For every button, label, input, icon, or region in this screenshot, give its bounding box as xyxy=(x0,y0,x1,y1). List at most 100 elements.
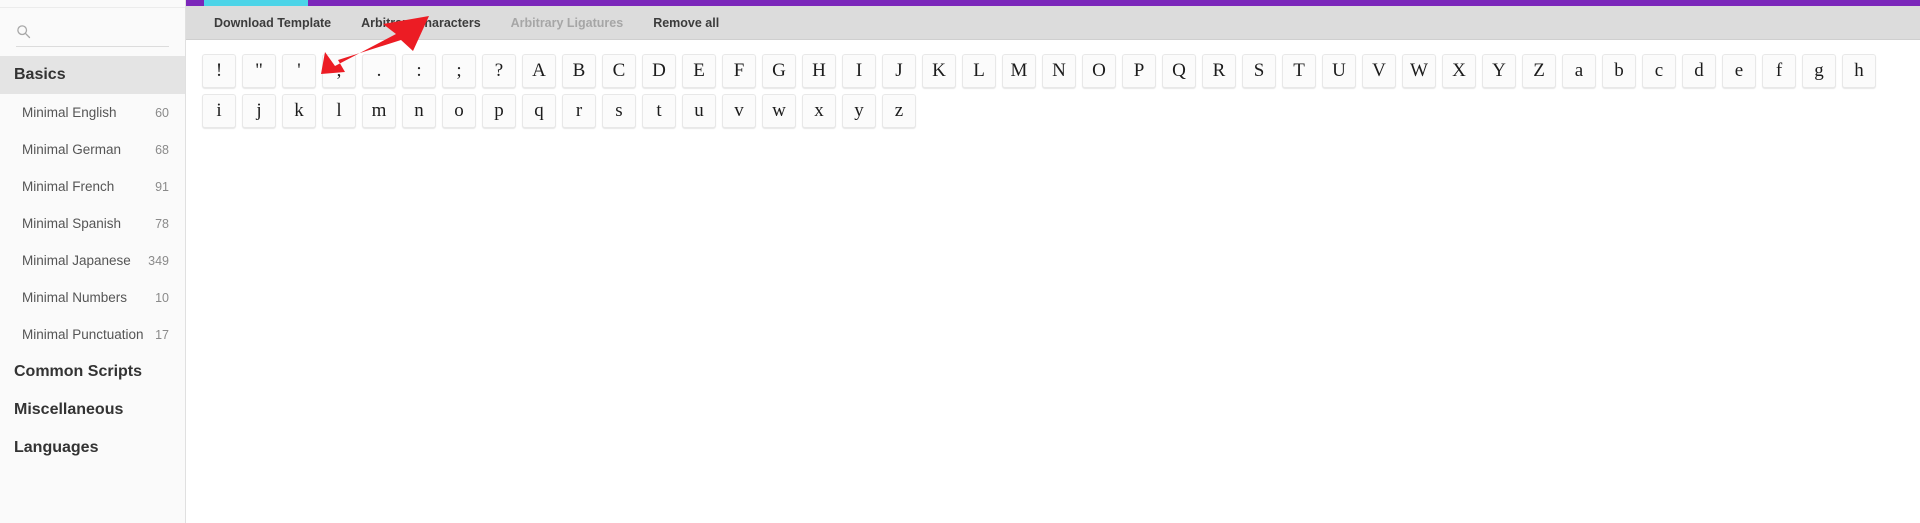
sidebar-item-count: 78 xyxy=(155,216,169,231)
glyph-tile[interactable]: v xyxy=(722,94,756,128)
search-box[interactable] xyxy=(16,17,169,47)
sidebar-item-label: Minimal Japanese xyxy=(22,253,131,268)
glyph-tile[interactable]: o xyxy=(442,94,476,128)
glyph-tile[interactable]: e xyxy=(1722,54,1756,88)
glyph-tile[interactable]: q xyxy=(522,94,556,128)
search-input[interactable] xyxy=(39,24,169,39)
sidebar-section-languages[interactable]: Languages xyxy=(0,429,185,467)
glyph-tile[interactable]: j xyxy=(242,94,276,128)
sidebar-item-label: Minimal German xyxy=(22,142,122,157)
app-root: Basics Minimal English 60 Minimal German… xyxy=(0,0,1920,523)
glyph-tile[interactable]: H xyxy=(802,54,836,88)
glyph-tile[interactable]: d xyxy=(1682,54,1716,88)
glyph-tile[interactable]: n xyxy=(402,94,436,128)
sidebar-section-basics[interactable]: Basics xyxy=(0,56,185,94)
download-template-button[interactable]: Download Template xyxy=(214,16,331,30)
arbitrary-ligatures-button: Arbitrary Ligatures xyxy=(510,15,624,30)
glyph-tile[interactable]: G xyxy=(762,54,796,88)
glyph-tile[interactable]: O xyxy=(1082,54,1116,88)
glyph-tile[interactable]: u xyxy=(682,94,716,128)
glyph-tile[interactable]: s xyxy=(602,94,636,128)
glyph-tile[interactable]: R xyxy=(1202,54,1236,88)
main-panel: Download Template Arbitrary characters A… xyxy=(186,0,1920,523)
glyph-tile[interactable]: , xyxy=(322,54,356,88)
active-tab-underline xyxy=(204,0,308,6)
glyph-tile[interactable]: k xyxy=(282,94,316,128)
sidebar-item-count: 68 xyxy=(155,142,169,157)
sidebar-item-minimal-numbers[interactable]: Minimal Numbers 10 xyxy=(0,279,185,316)
glyph-tile[interactable]: E xyxy=(682,54,716,88)
glyph-tile[interactable]: ? xyxy=(482,54,516,88)
glyph-tile[interactable]: ! xyxy=(202,54,236,88)
toolbar: Download Template Arbitrary characters A… xyxy=(186,6,1920,40)
glyph-tile[interactable]: ; xyxy=(442,54,476,88)
glyph-tile[interactable]: Q xyxy=(1162,54,1196,88)
glyph-tile[interactable]: W xyxy=(1402,54,1436,88)
glyph-tile[interactable]: Z xyxy=(1522,54,1556,88)
glyph-tile[interactable]: ' xyxy=(282,54,316,88)
glyph-tile[interactable]: a xyxy=(1562,54,1596,88)
glyph-tile[interactable]: Y xyxy=(1482,54,1516,88)
glyph-tile[interactable]: J xyxy=(882,54,916,88)
glyph-tile[interactable]: . xyxy=(362,54,396,88)
sidebar-item-minimal-spanish[interactable]: Minimal Spanish 78 xyxy=(0,205,185,242)
sidebar-section-miscellaneous[interactable]: Miscellaneous xyxy=(0,391,185,429)
sidebar-item-label: Minimal Spanish xyxy=(22,216,122,231)
sidebar-section-label: Common Scripts xyxy=(14,363,143,380)
glyph-tile[interactable]: N xyxy=(1042,54,1076,88)
glyph-tile[interactable]: " xyxy=(242,54,276,88)
glyph-tile[interactable]: h xyxy=(1842,54,1876,88)
glyph-tile[interactable]: x xyxy=(802,94,836,128)
sidebar-item-minimal-japanese[interactable]: Minimal Japanese 349 xyxy=(0,242,185,279)
glyph-tile[interactable]: K xyxy=(922,54,956,88)
sidebar-item-label: Minimal French xyxy=(22,179,115,194)
glyph-tile[interactable]: I xyxy=(842,54,876,88)
glyph-tile[interactable]: T xyxy=(1282,54,1316,88)
sidebar-item-count: 17 xyxy=(155,327,169,342)
glyph-tile[interactable]: V xyxy=(1362,54,1396,88)
glyph-tile[interactable]: B xyxy=(562,54,596,88)
glyph-tile[interactable]: X xyxy=(1442,54,1476,88)
glyph-tile[interactable]: M xyxy=(1002,54,1036,88)
glyph-tile[interactable]: y xyxy=(842,94,876,128)
glyph-tile[interactable]: z xyxy=(882,94,916,128)
glyph-tile[interactable]: b xyxy=(1602,54,1636,88)
glyph-tile[interactable]: w xyxy=(762,94,796,128)
glyph-tile[interactable]: L xyxy=(962,54,996,88)
sidebar-item-count: 349 xyxy=(148,253,169,268)
glyph-tile[interactable]: U xyxy=(1322,54,1356,88)
sidebar-search-row xyxy=(0,8,185,56)
sidebar-item-count: 10 xyxy=(155,290,169,305)
glyph-tile[interactable]: : xyxy=(402,54,436,88)
sidebar-item-minimal-german[interactable]: Minimal German 68 xyxy=(0,131,185,168)
glyph-tile[interactable]: t xyxy=(642,94,676,128)
sidebar-item-minimal-french[interactable]: Minimal French 91 xyxy=(0,168,185,205)
glyph-tile[interactable]: l xyxy=(322,94,356,128)
glyph-tile[interactable]: D xyxy=(642,54,676,88)
glyph-tile[interactable]: g xyxy=(1802,54,1836,88)
sidebar-item-minimal-punctuation[interactable]: Minimal Punctuation 17 xyxy=(0,316,185,353)
glyph-tile[interactable]: c xyxy=(1642,54,1676,88)
sidebar-section-common-scripts[interactable]: Common Scripts xyxy=(0,353,185,391)
remove-all-button[interactable]: Remove all xyxy=(653,16,719,30)
sidebar-item-label: Minimal Punctuation xyxy=(22,327,144,342)
glyph-tile[interactable]: C xyxy=(602,54,636,88)
glyph-tile[interactable]: f xyxy=(1762,54,1796,88)
glyph-tile[interactable]: S xyxy=(1242,54,1276,88)
glyph-tile[interactable]: F xyxy=(722,54,756,88)
sidebar-item-count: 91 xyxy=(155,179,169,194)
sidebar-top-strip xyxy=(0,0,185,8)
arbitrary-characters-button[interactable]: Arbitrary characters xyxy=(361,16,481,30)
sidebar-item-label: Minimal Numbers xyxy=(22,290,128,305)
search-icon xyxy=(16,24,31,39)
glyph-tile[interactable]: i xyxy=(202,94,236,128)
sidebar-item-minimal-english[interactable]: Minimal English 60 xyxy=(0,94,185,131)
sidebar-section-label: Languages xyxy=(14,439,99,456)
glyph-tile[interactable]: p xyxy=(482,94,516,128)
glyph-tile[interactable]: m xyxy=(362,94,396,128)
glyph-tile[interactable]: P xyxy=(1122,54,1156,88)
sidebar-item-label: Minimal English xyxy=(22,105,117,120)
glyph-tile[interactable]: A xyxy=(522,54,556,88)
glyph-tile[interactable]: r xyxy=(562,94,596,128)
sidebar-item-count: 60 xyxy=(155,105,169,120)
